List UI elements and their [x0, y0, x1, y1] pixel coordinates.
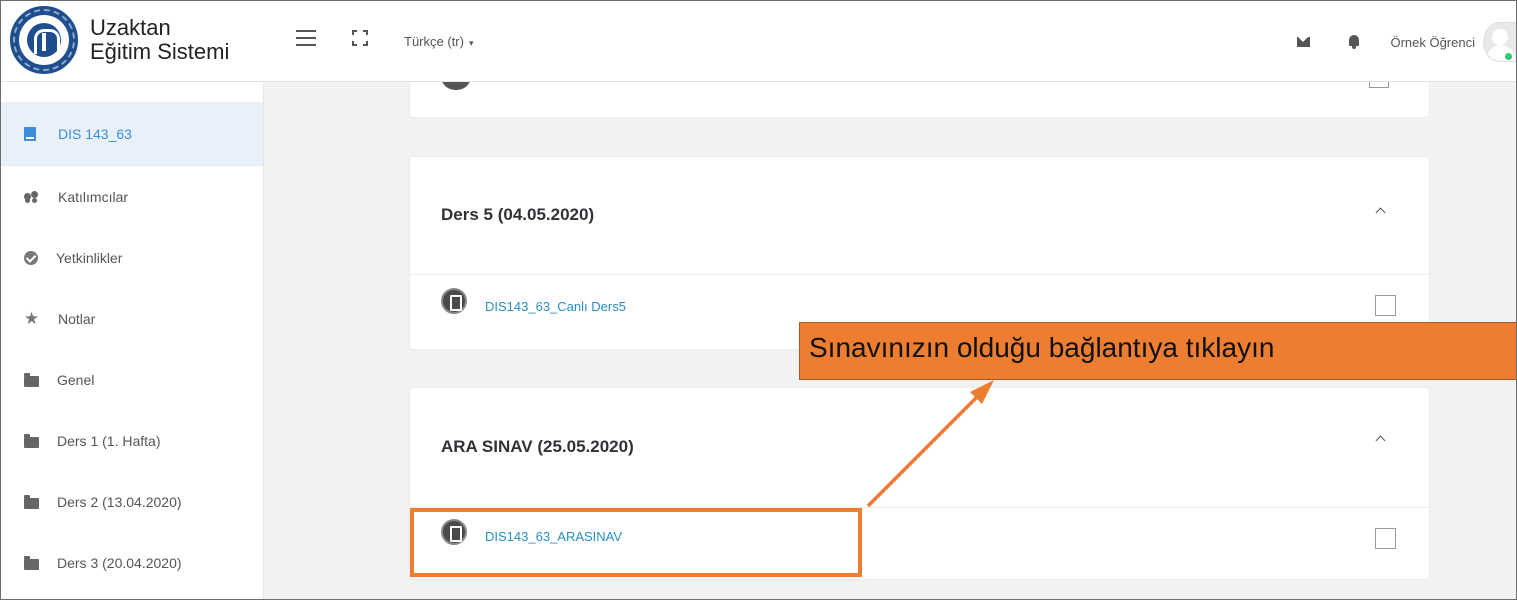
folder-icon — [24, 433, 39, 448]
live-lesson-icon — [441, 288, 467, 314]
section-header: Ders 5 (04.05.2020) — [410, 157, 1429, 275]
sidebar-item-label: Yetkinlikler — [56, 249, 123, 266]
sidebar-item-label: DIS 143_63 — [58, 126, 132, 142]
online-status-icon — [1505, 53, 1512, 60]
chevron-up-icon[interactable] — [1375, 207, 1386, 218]
folder-icon — [24, 555, 39, 570]
sidebar-item-competencies[interactable]: Yetkinlikler — [0, 227, 263, 288]
sidebar-item-label: Katılımcılar — [58, 188, 129, 205]
section-title: ARA SINAV (25.05.2020) — [441, 437, 634, 456]
user-menu[interactable] — [1483, 22, 1517, 62]
sidebar-item-label: Ders 2 (13.04.2020) — [57, 493, 182, 510]
sidebar-item-grades[interactable]: ★ Notlar — [0, 288, 263, 349]
fullscreen-icon[interactable] — [352, 30, 368, 46]
university-logo-icon — [10, 6, 78, 74]
sidebar-item-label: Notlar — [58, 310, 96, 327]
sidebar-item-ders3[interactable]: Ders 3 (20.04.2020) — [0, 532, 263, 593]
brand-title-line2: Eğitim Sistemi — [90, 39, 230, 64]
language-selector[interactable]: Türkçe (tr) ▾ — [404, 34, 473, 49]
sidebar: DIS 143_63 Katılımcılar Yetkinlikler ★ N… — [0, 82, 264, 600]
brand-title-line1: Uzaktan — [90, 15, 171, 40]
annotation-callout: Sınavınızın olduğu bağlantıya tıklayın — [799, 322, 1517, 380]
section-header: ARA SINAV (25.05.2020) — [410, 388, 1429, 508]
user-name[interactable]: Örnek Öğrenci — [1390, 35, 1475, 50]
quiz-icon — [441, 519, 467, 545]
activity-link[interactable]: DIS143_63_Canlı Ders5 — [485, 299, 626, 314]
sidebar-item-label: Ders 1 (1. Hafta) — [57, 432, 161, 449]
top-navbar: Uzaktan Eğitim Sistemi Türkçe (tr) ▾ Örne… — [0, 0, 1517, 82]
sidebar-item-label: Ders 3 (20.04.2020) — [57, 554, 182, 571]
book-icon — [24, 127, 36, 141]
language-label: Türkçe (tr) — [404, 34, 464, 49]
caret-down-icon: ▾ — [468, 38, 474, 48]
check-circle-icon — [24, 250, 38, 265]
brand-title: Uzaktan Eğitim Sistemi — [90, 16, 229, 64]
sidebar-item-label: Genel — [57, 371, 95, 388]
menu-toggle-icon[interactable] — [296, 30, 316, 46]
annotation-text: Sınavınızın olduğu bağlantıya tıklayın — [809, 332, 1275, 363]
sidebar-item-course[interactable]: DIS 143_63 — [0, 103, 263, 166]
brand[interactable]: Uzaktan Eğitim Sistemi — [10, 6, 229, 74]
activity-row: DIS143_63_ARASINAV — [410, 508, 1429, 583]
folder-icon — [24, 372, 39, 387]
exam-activity-link[interactable]: DIS143_63_ARASINAV — [485, 529, 622, 544]
sidebar-item-ders1[interactable]: Ders 1 (1. Hafta) — [0, 410, 263, 471]
notifications-bell-icon[interactable] — [1348, 35, 1360, 49]
section-card-ders5: Ders 5 (04.05.2020) DIS143_63_Canlı Ders… — [409, 156, 1430, 350]
messages-icon[interactable] — [1297, 37, 1311, 47]
completion-checkbox[interactable] — [1375, 295, 1396, 316]
sidebar-item-ders2[interactable]: Ders 2 (13.04.2020) — [0, 471, 263, 532]
sidebar-item-general[interactable]: Genel — [0, 349, 263, 410]
users-icon — [24, 190, 40, 204]
completion-checkbox[interactable] — [1375, 528, 1396, 549]
section-title: Ders 5 (04.05.2020) — [441, 205, 595, 224]
sidebar-scroll-top — [0, 82, 263, 103]
star-icon: ★ — [24, 308, 40, 328]
section-card-arasinav: ARA SINAV (25.05.2020) DIS143_63_ARASINA… — [409, 387, 1430, 580]
folder-icon — [24, 494, 39, 509]
sidebar-item-participants[interactable]: Katılımcılar — [0, 166, 263, 227]
chevron-up-icon[interactable] — [1375, 435, 1386, 446]
